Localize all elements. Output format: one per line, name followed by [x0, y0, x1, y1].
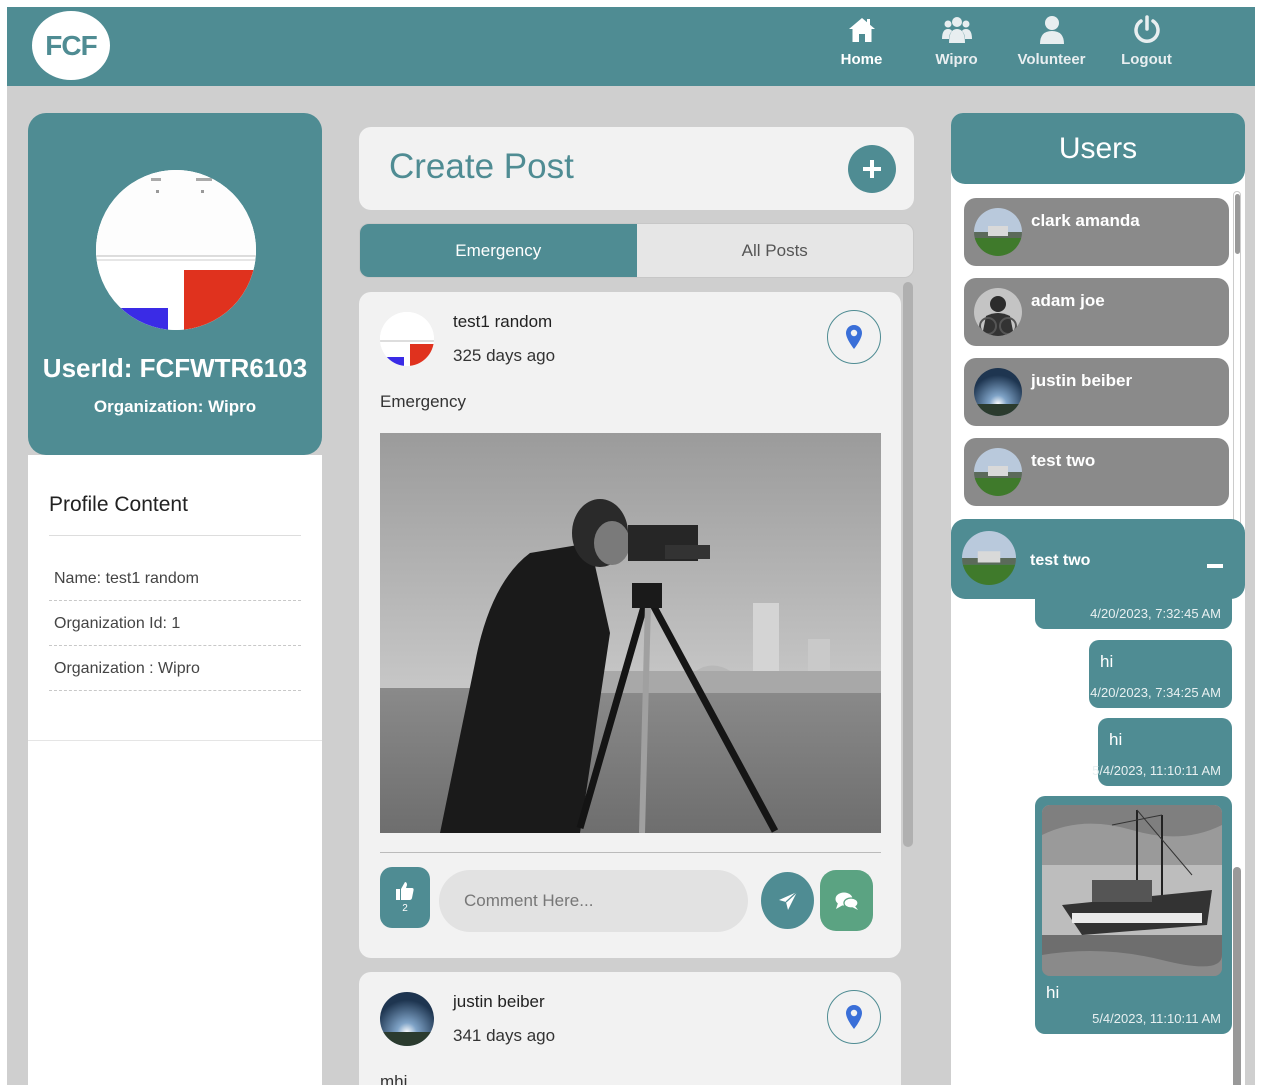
profile-details-list: Name: test1 random Organization Id: 1 Or…: [49, 556, 301, 691]
plus-icon: [863, 160, 881, 178]
user-avatar: [974, 208, 1022, 256]
feed-scrollbar[interactable]: [903, 282, 913, 847]
profile-content-body: Profile Content Name: test1 random Organ…: [28, 455, 322, 741]
message-text: hi: [1046, 983, 1060, 1002]
profile-content-title: Profile Content: [49, 493, 301, 536]
user-name: clark amanda: [1031, 211, 1140, 230]
cameraman-photo: [380, 433, 881, 833]
profile-avatar-image: [96, 170, 256, 330]
post-text: Emergency: [380, 392, 466, 411]
user-name: adam joe: [1031, 291, 1105, 310]
post-author-avatar: [380, 992, 434, 1046]
comment-input[interactable]: [439, 870, 748, 932]
boat-photo: [1042, 805, 1222, 976]
message-image: [1042, 805, 1222, 976]
message-time: 5/4/2023, 11:10:11 AM: [1092, 1011, 1221, 1026]
like-button[interactable]: 2: [380, 867, 430, 928]
location-pin-icon: [846, 1005, 862, 1029]
nav-logout-label: Logout: [1121, 51, 1172, 68]
user-avatar: [974, 288, 1022, 336]
location-pin-icon: [846, 325, 862, 349]
user-avatar: [974, 448, 1022, 496]
top-navbar: FCF Home Wipro Volunteer Logout: [7, 7, 1255, 86]
user-item-adam-joe[interactable]: adam joe: [964, 278, 1229, 346]
users-title: Users: [951, 113, 1245, 184]
post-timestamp: 325 days ago: [453, 346, 556, 365]
user-avatar: [974, 368, 1022, 416]
chat-message: hi 5/4/2023, 11:10:11 AM: [1035, 796, 1232, 1034]
user-item-clark-amanda[interactable]: clark amanda: [964, 198, 1229, 266]
post-author-name: test1 random: [453, 312, 553, 331]
post-location-button[interactable]: [827, 310, 881, 364]
nav-wipro[interactable]: Wipro: [918, 15, 995, 77]
thumbs-up-icon: [396, 882, 414, 900]
nav-home[interactable]: Home: [823, 15, 900, 77]
user-item-justin-beiber[interactable]: justin beiber: [964, 358, 1229, 426]
post-tabs: Emergency All Posts: [359, 223, 914, 278]
chat-message: hi 4/20/2023, 7:34:25 AM: [1089, 640, 1232, 708]
user-name: test two: [1031, 451, 1096, 470]
message-time: 5/4/2023, 11:10:11 AM: [1092, 763, 1221, 778]
minus-icon: [1207, 564, 1223, 568]
create-post-card: Create Post: [359, 127, 914, 210]
chat-header[interactable]: test two: [951, 519, 1245, 599]
nav-volunteer[interactable]: Volunteer: [1013, 15, 1090, 77]
post-card: test1 random 325 days ago Emergency 2 Co…: [359, 292, 901, 958]
message-text: hi: [1100, 652, 1114, 671]
nav-wipro-label: Wipro: [935, 51, 978, 68]
main-nav: Home Wipro Volunteer Logout: [823, 15, 1185, 77]
tab-emergency[interactable]: Emergency: [360, 224, 637, 277]
post-card: justin beiber 341 days ago mhi: [359, 972, 901, 1085]
post-timestamp: 341 days ago: [453, 1026, 556, 1045]
profile-content-panel: Profile Content Name: test1 random Organ…: [28, 455, 322, 1085]
post-divider: [380, 852, 881, 853]
user-item-test-two[interactable]: test two: [964, 438, 1229, 506]
minimize-chat-button[interactable]: [1203, 547, 1227, 571]
app-frame: FCF Home Wipro Volunteer Logout UserId: …: [7, 7, 1255, 1085]
nav-volunteer-label: Volunteer: [1017, 51, 1086, 68]
users-icon: [941, 17, 972, 43]
message-time: 4/20/2023, 7:34:25 AM: [1090, 685, 1221, 700]
chat-message: hi 5/4/2023, 11:10:11 AM: [1092, 718, 1232, 786]
profile-organization: Organization: Wipro: [93, 397, 257, 416]
chat-user-avatar: [962, 531, 1016, 585]
create-post-title: Create Post: [389, 147, 574, 186]
user-name: justin beiber: [1031, 371, 1133, 390]
post-author-name: justin beiber: [453, 992, 545, 1011]
brand-logo[interactable]: FCF: [32, 11, 110, 80]
profile-user-id: UserId: FCFWTR6103: [42, 353, 308, 383]
send-comment-button[interactable]: [761, 872, 814, 929]
power-icon: [1133, 15, 1160, 43]
profile-detail-org-id: Organization Id: 1: [49, 601, 301, 646]
user-icon: [1039, 16, 1064, 44]
nav-home-label: Home: [840, 51, 883, 68]
send-icon: [778, 891, 797, 910]
chat-user-name: test two: [1030, 552, 1091, 569]
view-comments-button[interactable]: [820, 870, 873, 931]
post-author-avatar: [380, 312, 434, 366]
home-icon: [848, 18, 875, 42]
users-scrollbar[interactable]: [1233, 191, 1241, 529]
like-count: 2: [402, 903, 408, 914]
create-post-button[interactable]: [848, 145, 896, 193]
comments-icon: [835, 892, 859, 910]
message-text: hi: [1109, 730, 1123, 749]
profile-detail-name: Name: test1 random: [49, 556, 301, 601]
tab-all-posts[interactable]: All Posts: [636, 224, 913, 277]
profile-avatar: [96, 170, 256, 330]
users-scrollbar-thumb[interactable]: [1235, 194, 1240, 254]
chat-scrollbar[interactable]: [1233, 867, 1241, 1085]
post-text: mhi: [380, 1072, 408, 1085]
post-image: [380, 433, 881, 833]
profile-card: UserId: FCFWTR6103 Organization: Wipro: [28, 113, 322, 455]
post-location-button[interactable]: [827, 990, 881, 1044]
profile-detail-org: Organization : Wipro: [49, 646, 301, 691]
nav-logout[interactable]: Logout: [1108, 15, 1185, 77]
message-time: 4/20/2023, 7:32:45 AM: [1090, 606, 1221, 621]
